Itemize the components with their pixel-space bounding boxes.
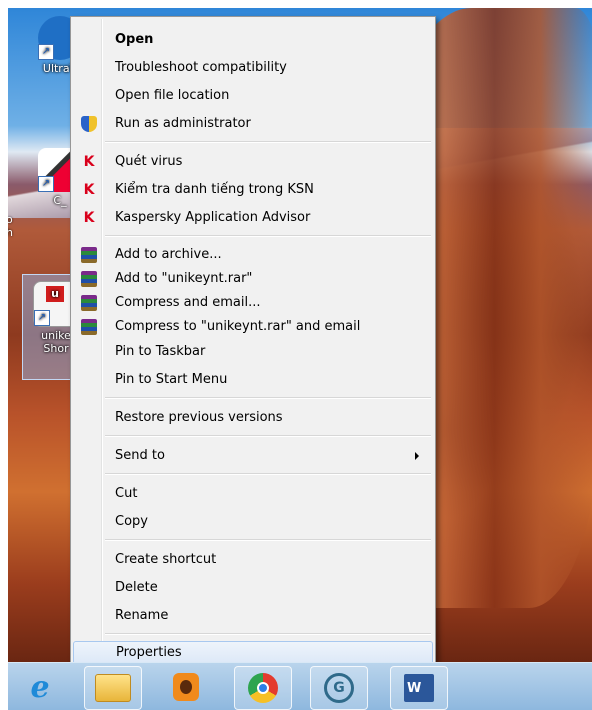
taskbar-button-file-explorer[interactable] bbox=[84, 666, 142, 710]
taskbar-button-chrome[interactable] bbox=[234, 666, 292, 710]
menu-item-cut[interactable]: Cut bbox=[73, 482, 431, 506]
media-player-icon bbox=[173, 673, 199, 701]
menu-item-label: Quét virus bbox=[115, 154, 183, 169]
taskbar-button-internet-explorer[interactable]: e bbox=[12, 666, 68, 708]
winrar-icon bbox=[81, 271, 97, 287]
menu-item-pin-to-taskbar[interactable]: Pin to Taskbar bbox=[73, 340, 431, 364]
menu-item-run-as-administrator[interactable]: Run as administrator bbox=[73, 112, 431, 136]
menu-item-label: Compress and email... bbox=[115, 295, 261, 310]
menu-item-troubleshoot-compatibility[interactable]: Troubleshoot compatibility bbox=[73, 56, 431, 80]
menu-item-label: Cut bbox=[115, 486, 138, 501]
menu-item-label: Troubleshoot compatibility bbox=[115, 60, 287, 75]
speed-gauge-icon: G bbox=[324, 673, 354, 703]
chrome-icon bbox=[248, 673, 278, 703]
menu-item-label: Kiểm tra danh tiếng trong KSN bbox=[115, 182, 314, 197]
menu-item-label: Delete bbox=[115, 580, 158, 595]
menu-separator bbox=[105, 397, 431, 399]
menu-item-open[interactable]: Open bbox=[73, 28, 431, 52]
menu-item-label: Run as administrator bbox=[115, 116, 251, 131]
shortcut-arrow-icon: ↗ bbox=[38, 176, 54, 192]
menu-item-label: Add to archive... bbox=[115, 247, 222, 262]
winrar-icon bbox=[81, 319, 97, 335]
menu-separator bbox=[105, 539, 431, 541]
menu-item-label: Restore previous versions bbox=[115, 410, 283, 425]
menu-separator bbox=[105, 235, 431, 237]
menu-item-kaspersky-advisor[interactable]: K Kaspersky Application Advisor bbox=[73, 206, 431, 230]
uac-shield-icon bbox=[81, 116, 97, 132]
winrar-icon bbox=[81, 295, 97, 311]
context-menu: Open Troubleshoot compatibility Open fil… bbox=[70, 16, 436, 665]
menu-item-label: Open file location bbox=[115, 88, 230, 103]
desktop-edge-text: o h bbox=[8, 213, 13, 239]
menu-separator bbox=[105, 633, 431, 635]
menu-item-label: Create shortcut bbox=[115, 552, 217, 567]
edge-fragment-1: o bbox=[8, 213, 13, 226]
menu-separator bbox=[105, 473, 431, 475]
desktop-screen: o h ↗ UltraV ↗ C_ u ↗ unike Shor Open Tr… bbox=[8, 8, 592, 710]
menu-item-copy[interactable]: Copy bbox=[73, 510, 431, 534]
menu-item-label: Compress to "unikeynt.rar" and email bbox=[115, 319, 361, 334]
winrar-icon bbox=[81, 247, 97, 263]
menu-item-label: Open bbox=[115, 32, 154, 47]
kaspersky-icon: K bbox=[83, 154, 95, 170]
menu-item-add-to-archive[interactable]: Add to archive... bbox=[73, 243, 431, 267]
word-icon: W bbox=[404, 674, 434, 702]
menu-item-label: Add to "unikeynt.rar" bbox=[115, 271, 253, 286]
edge-fragment-2: h bbox=[8, 226, 13, 239]
menu-item-label: Pin to Taskbar bbox=[115, 344, 206, 359]
submenu-arrow-icon bbox=[415, 452, 419, 460]
taskbar: e G W bbox=[8, 662, 592, 710]
menu-item-send-to[interactable]: Send to bbox=[73, 444, 431, 468]
menu-item-rename[interactable]: Rename bbox=[73, 604, 431, 628]
shortcut-arrow-icon: ↗ bbox=[38, 44, 54, 60]
menu-item-pin-to-start-menu[interactable]: Pin to Start Menu bbox=[73, 368, 431, 392]
menu-item-compress-to-rar-and-email[interactable]: Compress to "unikeynt.rar" and email bbox=[73, 315, 431, 339]
menu-item-create-shortcut[interactable]: Create shortcut bbox=[73, 548, 431, 572]
internet-explorer-icon: e bbox=[30, 669, 50, 705]
menu-item-label: Kaspersky Application Advisor bbox=[115, 210, 311, 225]
file-explorer-icon bbox=[95, 674, 131, 702]
shortcut-arrow-icon: ↗ bbox=[34, 310, 50, 326]
menu-item-restore-previous-versions[interactable]: Restore previous versions bbox=[73, 406, 431, 430]
menu-item-label: Properties bbox=[116, 645, 182, 660]
unikey-u-icon: u bbox=[46, 286, 64, 302]
menu-item-ksn-reputation[interactable]: K Kiểm tra danh tiếng trong KSN bbox=[73, 178, 431, 202]
menu-separator bbox=[105, 435, 431, 437]
taskbar-button-speed-gauge[interactable]: G bbox=[310, 666, 368, 710]
menu-item-delete[interactable]: Delete bbox=[73, 576, 431, 600]
menu-item-label: Send to bbox=[115, 448, 165, 463]
menu-item-label: Copy bbox=[115, 514, 148, 529]
kaspersky-icon: K bbox=[83, 210, 95, 226]
menu-item-compress-and-email[interactable]: Compress and email... bbox=[73, 291, 431, 315]
menu-item-scan-virus[interactable]: K Quét virus bbox=[73, 150, 431, 174]
taskbar-button-word[interactable]: W bbox=[390, 666, 448, 710]
menu-item-label: Pin to Start Menu bbox=[115, 372, 228, 387]
taskbar-button-media-player[interactable] bbox=[158, 666, 214, 708]
menu-item-open-file-location[interactable]: Open file location bbox=[73, 84, 431, 108]
menu-item-label: Rename bbox=[115, 608, 169, 623]
kaspersky-icon: K bbox=[83, 182, 95, 198]
menu-item-add-to-rar[interactable]: Add to "unikeynt.rar" bbox=[73, 267, 431, 291]
menu-separator bbox=[105, 141, 431, 143]
